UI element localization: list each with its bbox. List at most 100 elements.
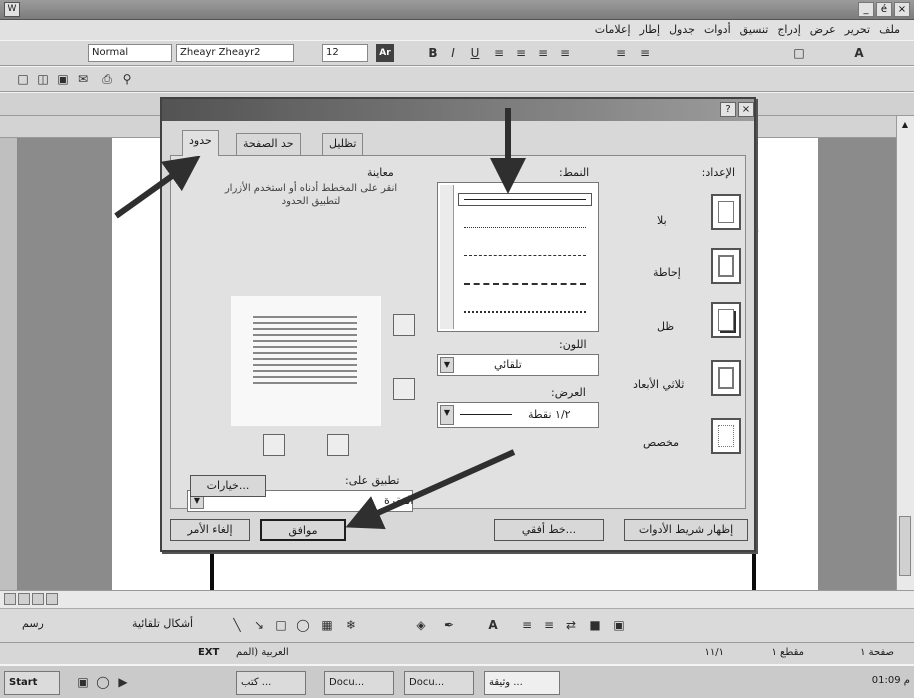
text-direction-icon[interactable]: Ar xyxy=(376,44,394,62)
tab-page-border[interactable]: حد الصفحة xyxy=(236,133,301,155)
italic-icon[interactable]: I xyxy=(444,44,462,62)
email-icon[interactable]: ✉ xyxy=(74,70,92,88)
style-combo[interactable]: Normal xyxy=(88,44,172,62)
bold-icon[interactable]: B xyxy=(424,44,442,62)
arrow-tool-icon[interactable]: ↘ xyxy=(250,616,268,634)
word-app-icon[interactable]: W xyxy=(4,2,20,17)
style-dash-dot-line[interactable] xyxy=(464,311,586,313)
dialog-title-bar[interactable]: ? × xyxy=(162,99,754,121)
menu-edit[interactable]: تحرير xyxy=(845,23,870,40)
menu-file[interactable]: ملف xyxy=(879,23,900,40)
shadow-icon[interactable]: ■ xyxy=(586,616,604,634)
dash-style-icon[interactable]: ≡ xyxy=(540,616,558,634)
left-border-button[interactable] xyxy=(263,434,285,456)
setting-shadow-button[interactable] xyxy=(711,302,741,338)
menu-table[interactable]: جدول xyxy=(669,23,695,40)
fill-color-icon[interactable]: ◈ xyxy=(412,616,430,634)
align-center-icon[interactable]: ≡ xyxy=(512,44,530,62)
media-icon[interactable]: ▶ xyxy=(116,675,130,689)
setting-none-button[interactable] xyxy=(711,194,741,230)
new-document-icon[interactable]: □ xyxy=(14,70,32,88)
tab-borders[interactable]: حدود xyxy=(182,130,219,156)
arrow-style-icon[interactable]: ⇄ xyxy=(562,616,580,634)
top-border-button[interactable] xyxy=(393,314,415,336)
cancel-button[interactable]: إلغاء الأمر xyxy=(170,519,250,541)
close-button[interactable]: × xyxy=(894,2,910,17)
width-select[interactable]: ▼ ١/٢ نقطة xyxy=(437,402,599,428)
menu-format[interactable]: تنسيق xyxy=(740,23,769,40)
chevron-down-icon[interactable]: ▼ xyxy=(440,405,454,425)
print-view-icon[interactable] xyxy=(32,593,44,605)
textbox-tool-icon[interactable]: ▦ xyxy=(318,616,336,634)
ok-button[interactable]: موافق xyxy=(260,519,346,541)
vertical-ruler[interactable] xyxy=(0,138,18,590)
border-icon[interactable]: □ xyxy=(790,44,808,62)
setting-custom-button[interactable] xyxy=(711,418,741,454)
show-toolbar-button[interactable]: إظهار شريط الأدوات xyxy=(624,519,748,541)
options-button[interactable]: خيارات... xyxy=(190,475,266,497)
desktop-icon[interactable]: ▣ xyxy=(76,675,90,689)
color-select[interactable]: ▼ تلقائي xyxy=(437,354,599,376)
web-view-icon[interactable] xyxy=(18,593,30,605)
style-dotted-line[interactable] xyxy=(464,227,586,228)
numbering-icon[interactable]: ≡ xyxy=(612,44,630,62)
wordart-icon[interactable]: ❄ xyxy=(342,616,360,634)
preview-label: معاينة xyxy=(367,166,394,179)
autoshapes-button[interactable]: أشكال تلقائية xyxy=(132,617,193,630)
menu-insert[interactable]: إدراج xyxy=(777,23,800,40)
menu-help[interactable]: إعلامات xyxy=(595,23,631,40)
taskbar-item-active-doc[interactable]: وثيقة ... xyxy=(484,671,560,695)
style-list[interactable] xyxy=(437,182,599,332)
taskbar-item-doc1[interactable]: Docu... xyxy=(324,671,394,695)
vertical-scrollbar[interactable]: ▲ xyxy=(896,116,914,590)
preview-pane[interactable] xyxy=(231,296,381,426)
menu-window[interactable]: إطار xyxy=(640,23,660,40)
dialog-help-button[interactable]: ? xyxy=(720,102,736,117)
line-style-icon[interactable]: ≡ xyxy=(518,616,536,634)
taskbar-item-books[interactable]: كتب ... xyxy=(236,671,306,695)
outline-view-icon[interactable] xyxy=(46,593,58,605)
bullets-icon[interactable]: ≡ xyxy=(636,44,654,62)
style-list-scrollbar[interactable] xyxy=(440,185,454,329)
draw-font-color-icon[interactable]: A xyxy=(484,616,502,634)
menu-tools[interactable]: أدوات xyxy=(704,23,731,40)
align-left-icon[interactable]: ≡ xyxy=(534,44,552,62)
setting-box-button[interactable] xyxy=(711,248,741,284)
rectangle-tool-icon[interactable]: □ xyxy=(272,616,290,634)
font-combo[interactable]: Zheayr Zheayr2 xyxy=(176,44,294,62)
style-long-dash-line[interactable] xyxy=(464,283,586,285)
style-solid-line[interactable] xyxy=(458,193,592,206)
right-border-button[interactable] xyxy=(327,434,349,456)
align-right-icon[interactable]: ≡ xyxy=(490,44,508,62)
print-preview-icon[interactable]: ⚲ xyxy=(118,70,136,88)
minimize-button[interactable]: _ xyxy=(858,2,874,17)
horizontal-scrollbar[interactable] xyxy=(0,590,914,608)
menu-view[interactable]: عرض xyxy=(810,23,836,40)
line-tool-icon[interactable]: ╲ xyxy=(228,616,246,634)
setting-3d-button[interactable] xyxy=(711,360,741,396)
justify-icon[interactable]: ≡ xyxy=(556,44,574,62)
tab-shading[interactable]: تظليل xyxy=(322,133,364,155)
print-icon[interactable]: ⎙ xyxy=(98,70,116,88)
style-dashed-line[interactable] xyxy=(464,255,586,256)
font-color-icon[interactable]: A xyxy=(850,44,868,62)
open-icon[interactable]: ◫ xyxy=(34,70,52,88)
font-size-combo[interactable]: 12 xyxy=(322,44,368,62)
scroll-thumb[interactable] xyxy=(899,516,911,576)
dialog-close-button[interactable]: × xyxy=(738,102,754,117)
restore-button[interactable]: é xyxy=(876,2,892,17)
save-icon[interactable]: ▣ xyxy=(54,70,72,88)
draw-menu-button[interactable]: رسم xyxy=(22,617,44,630)
horizontal-line-button[interactable]: خط أفقي... xyxy=(494,519,604,541)
bottom-border-button[interactable] xyxy=(393,378,415,400)
taskbar-item-doc2[interactable]: Docu... xyxy=(404,671,474,695)
underline-icon[interactable]: U xyxy=(466,44,484,62)
3d-icon[interactable]: ▣ xyxy=(610,616,628,634)
oval-tool-icon[interactable]: ◯ xyxy=(294,616,312,634)
scroll-up-icon[interactable]: ▲ xyxy=(899,120,911,132)
line-color-icon[interactable]: ✒ xyxy=(440,616,458,634)
chevron-down-icon[interactable]: ▼ xyxy=(440,357,454,373)
normal-view-icon[interactable] xyxy=(4,593,16,605)
browser-icon[interactable]: ◯ xyxy=(96,675,110,689)
start-button[interactable]: Start xyxy=(4,671,60,695)
